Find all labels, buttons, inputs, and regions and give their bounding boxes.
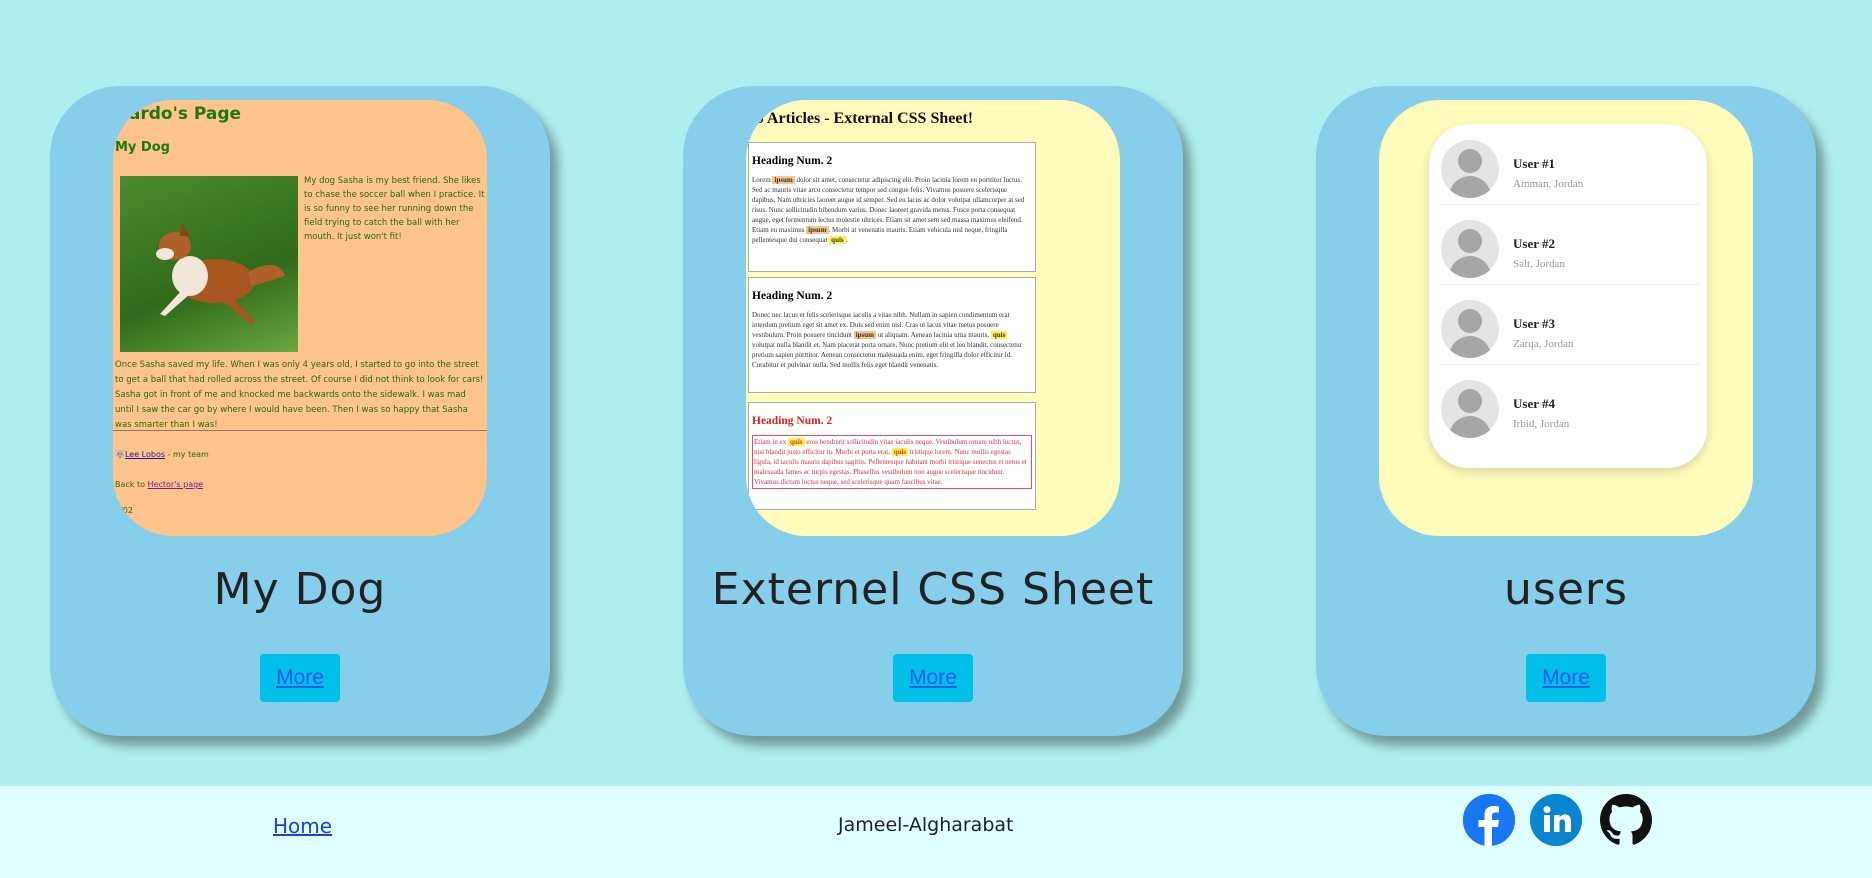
github-icon[interactable] (1600, 794, 1652, 846)
back-prefix: Back to (115, 480, 148, 489)
article-heading: Heading Num. 2 (752, 155, 833, 167)
article-text: Etiam in ex quis eros hendrerit sollicit… (752, 435, 1032, 489)
project-card-external-css: SS Articles - External CSS Sheet! Headin… (683, 86, 1183, 736)
article-heading: Heading Num. 2 (752, 290, 833, 302)
user-row[interactable]: User #1 Amman, Jordan (1441, 124, 1699, 205)
user-name: User #1 (1513, 156, 1556, 171)
card-title: My Dog (213, 564, 387, 615)
project-card-my-dog: icardo's Page My Dog My dog Sasha is my … (50, 86, 550, 736)
back-line: Back to Hector's page (115, 480, 203, 489)
project-thumbnail: SS Articles - External CSS Sheet! Headin… (746, 100, 1120, 536)
avatar-icon (1441, 300, 1499, 358)
projects-section: icardo's Page My Dog My dog Sasha is my … (0, 0, 1872, 786)
user-row[interactable]: User #4 Irbid, Jordan (1441, 364, 1699, 444)
more-button[interactable]: More (1526, 654, 1606, 702)
user-name: User #3 (1513, 316, 1556, 331)
card-title: users (1504, 564, 1628, 615)
footer: Home Jameel-Algharabat (0, 786, 1872, 878)
user-location: Salt, Jordan (1513, 258, 1565, 270)
user-name: User #2 (1513, 236, 1556, 251)
project-card-users: User #1 Amman, Jordan User #2 Salt, Jord… (1316, 86, 1816, 736)
thumb-heading: icardo's Page (113, 104, 242, 124)
divider (113, 430, 487, 431)
avatar-icon (1441, 140, 1499, 198)
user-location: Zarqa, Jordan (1513, 338, 1574, 350)
card-title: Externel CSS Sheet (711, 564, 1155, 615)
article-box: Heading Num. 2 Donec nec lacus et felis … (748, 277, 1036, 393)
article-box: Heading Num. 2 Lorem ipsum dolor sit ame… (748, 142, 1036, 272)
thumb-date: 8/02 (115, 506, 133, 515)
project-thumbnail: icardo's Page My Dog My dog Sasha is my … (113, 100, 487, 536)
user-row[interactable]: User #3 Zarqa, Jordan (1441, 284, 1699, 365)
user-location: Irbid, Jordan (1513, 418, 1570, 430)
user-location: Amman, Jordan (1513, 178, 1584, 190)
thumb-paragraph-2: Once Sasha saved my life. When I was onl… (115, 360, 484, 430)
dog-image (156, 222, 285, 325)
thumb-paragraph-1: My dog Sasha is my best friend. She like… (304, 176, 485, 242)
home-link[interactable]: Home (273, 814, 332, 838)
more-button[interactable]: More (893, 654, 973, 702)
more-button[interactable]: More (260, 654, 340, 702)
avatar-icon (1441, 220, 1499, 278)
article-heading: Heading Num. 2 (752, 415, 833, 427)
article-text: Donec nec lacus et felis scelerisque iac… (752, 311, 1022, 369)
facebook-icon[interactable] (1463, 794, 1515, 846)
dog-photo (120, 176, 298, 352)
team-suffix: - my team (165, 450, 209, 459)
team-line: 🐺Lee Lobos - my team (115, 450, 209, 459)
thumb-subheading: My Dog (115, 140, 170, 155)
article-text: Lorem ipsum dolor sit amet, consectetur … (752, 176, 1025, 244)
project-thumbnail: User #1 Amman, Jordan User #2 Salt, Jord… (1379, 100, 1753, 536)
author-name: Jameel-Algharabat (838, 814, 1014, 836)
article-box: Heading Num. 2 Etiam in ex quis eros hen… (748, 402, 1036, 510)
back-link[interactable]: Hector's page (148, 480, 204, 489)
team-icon: 🐺 (115, 450, 125, 459)
user-list: User #1 Amman, Jordan User #2 Salt, Jord… (1429, 124, 1707, 468)
linkedin-icon[interactable] (1530, 794, 1582, 846)
thumb-heading: SS Articles - External CSS Sheet! (746, 110, 974, 127)
team-link[interactable]: Lee Lobos (125, 450, 165, 459)
avatar-icon (1441, 380, 1499, 438)
user-name: User #4 (1513, 396, 1556, 411)
user-row[interactable]: User #2 Salt, Jordan (1441, 204, 1699, 285)
